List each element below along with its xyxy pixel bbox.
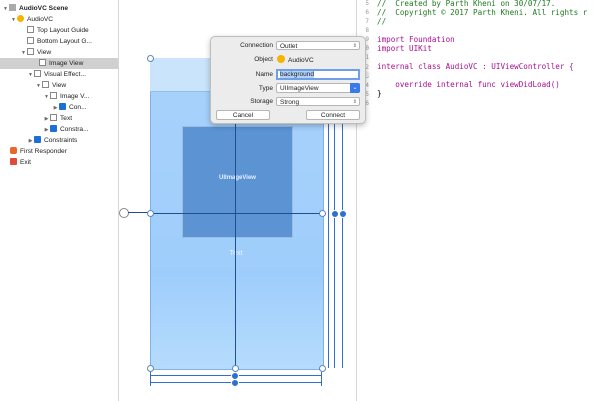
- view-icon: [42, 81, 49, 88]
- image-view[interactable]: UIImageView: [182, 126, 293, 238]
- view-icon: [27, 48, 34, 55]
- storage-select[interactable]: Strong ⇕: [276, 97, 360, 106]
- storage-label: Storage: [250, 98, 273, 105]
- view-controller-icon: [277, 55, 285, 63]
- line-number: 5: [365, 0, 369, 7]
- name-label: Name: [255, 71, 273, 78]
- disclosure-triangle-icon[interactable]: ▼: [27, 70, 34, 81]
- disclosure-triangle-icon[interactable]: ▼: [10, 15, 17, 26]
- outline-top-layout-guide[interactable]: Top Layout Guide: [27, 25, 89, 36]
- constraints-icon: [50, 125, 57, 132]
- trailing-constraint: [328, 92, 329, 368]
- image-view-icon: [50, 92, 57, 99]
- line-number: 6: [365, 9, 369, 16]
- outlet-connection-icon[interactable]: [119, 208, 129, 218]
- resize-handle[interactable]: [319, 210, 326, 217]
- disclosure-triangle-icon[interactable]: ▼: [43, 92, 50, 103]
- outline-first-responder[interactable]: First Responder: [10, 146, 67, 157]
- chevron-down-icon[interactable]: ⌄: [350, 83, 360, 93]
- line-number: 8: [365, 27, 369, 34]
- layout-guide-icon: [27, 37, 34, 44]
- code-line[interactable]: import Foundation: [377, 35, 455, 44]
- constraints-icon: [59, 103, 66, 110]
- image-view-icon: [39, 59, 46, 66]
- first-responder-icon: [10, 147, 17, 154]
- trailing-constraint: [334, 92, 335, 368]
- resize-handle[interactable]: [319, 365, 326, 372]
- disclosure-triangle-icon[interactable]: ▼: [35, 81, 42, 92]
- exit-icon: [10, 158, 17, 165]
- document-outline: ▼ AudioVC Scene ▼ AudioVC Top Layout Guide…: [0, 0, 119, 401]
- resize-handle[interactable]: [147, 55, 154, 62]
- resize-handle[interactable]: [147, 365, 154, 372]
- resize-handle[interactable]: [232, 365, 239, 372]
- code-line[interactable]: internal class AudioVC : UIViewControlle…: [377, 62, 574, 71]
- code-line[interactable]: override internal func viewDidLoad(): [377, 80, 560, 89]
- outline-bottom-layout-guide[interactable]: Bottom Layout G...: [27, 36, 92, 47]
- label-icon: [50, 114, 57, 121]
- constraint-dot[interactable]: [331, 210, 339, 218]
- outline-exit[interactable]: Exit: [10, 157, 31, 168]
- code-line[interactable]: // Created by Parth Kheni on 30/07/17.: [377, 0, 555, 8]
- object-value: AudioVC: [277, 55, 314, 64]
- constraints-icon: [34, 136, 41, 143]
- connection-select[interactable]: Outlet ⇕: [276, 41, 360, 50]
- connection-popover: Connection Outlet ⇕ Object AudioVC Name b…: [210, 36, 366, 124]
- outline-visual-effect[interactable]: ▼ Visual Effect...: [27, 69, 86, 80]
- outlet-name-field[interactable]: background: [276, 69, 360, 80]
- chevron-updown-icon: ⇕: [352, 43, 357, 49]
- connection-label: Connection: [240, 42, 273, 49]
- outline-inner-view[interactable]: ▼ View: [35, 80, 66, 91]
- center-y-guide: [150, 213, 322, 214]
- outline-audiovc[interactable]: ▼ AudioVC: [10, 14, 53, 25]
- resize-handle[interactable]: [147, 210, 154, 217]
- outline-constra[interactable]: ▶ Constra...: [43, 124, 89, 135]
- outline-con[interactable]: ▶ Con...: [52, 102, 87, 113]
- cancel-button[interactable]: Cancel: [216, 110, 270, 120]
- disclosure-triangle-icon[interactable]: ▼: [2, 4, 9, 15]
- outline-scene[interactable]: ▼ AudioVC Scene: [2, 3, 68, 14]
- trailing-constraint: [342, 92, 343, 368]
- layout-guide-icon: [27, 26, 34, 33]
- constraint-dot[interactable]: [339, 210, 347, 218]
- code-line[interactable]: import UIKit: [377, 44, 432, 53]
- bottom-constraint-cap: [321, 372, 322, 386]
- outline-text[interactable]: ▶ Text: [43, 113, 72, 124]
- code-line[interactable]: }: [377, 89, 382, 98]
- chevron-updown-icon: ⇕: [352, 99, 357, 105]
- code-editor[interactable]: 5 // Created by Parth Kheni on 30/07/17.…: [356, 0, 600, 401]
- object-label: Object: [254, 56, 273, 63]
- type-label: Type: [258, 85, 273, 92]
- constraint-dot[interactable]: [231, 379, 239, 387]
- code-line[interactable]: //: [377, 17, 386, 26]
- text-label[interactable]: Text: [150, 250, 322, 257]
- outline-constraints[interactable]: ▶ Constraints: [27, 135, 77, 146]
- scene-icon: [9, 4, 16, 11]
- type-combobox[interactable]: UIImageView ⌄: [276, 83, 360, 93]
- connect-button[interactable]: Connect: [306, 110, 360, 120]
- line-number: 7: [365, 18, 369, 25]
- outline-view[interactable]: ▼ View: [20, 47, 51, 58]
- code-line[interactable]: // Copyright © 2017 Parth Kheni. All rig…: [377, 8, 587, 17]
- view-controller-icon: [17, 15, 24, 22]
- outline-inner-image-view[interactable]: ▼ Image V...: [43, 91, 89, 102]
- outline-image-view[interactable]: Image View: [0, 58, 118, 69]
- visual-effect-icon: [34, 70, 41, 77]
- bottom-constraint-cap: [150, 372, 151, 386]
